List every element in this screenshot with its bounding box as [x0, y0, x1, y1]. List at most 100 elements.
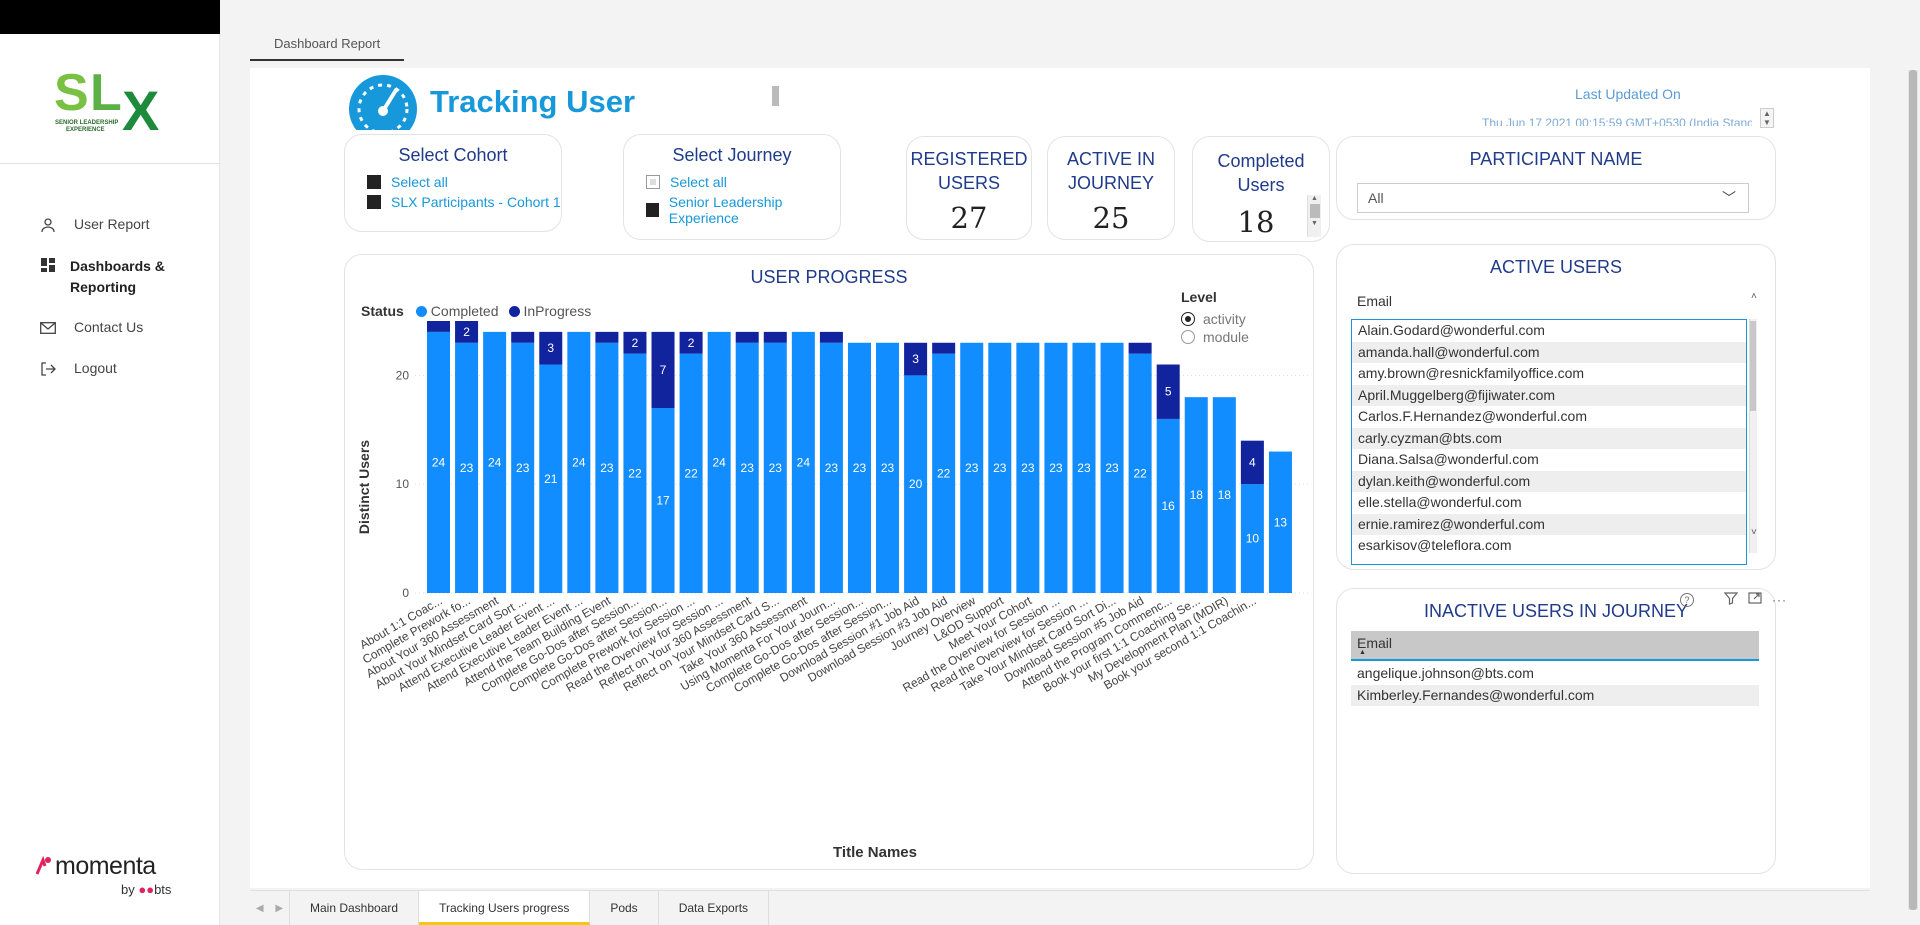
data-label-completed: 23: [825, 461, 839, 475]
table-row[interactable]: Alain.Godard@wonderful.com: [1352, 320, 1746, 342]
dashboard-icon: [40, 257, 56, 273]
sidebar-item-label: User Report: [74, 216, 150, 232]
data-label-inprogress: 3: [547, 341, 554, 355]
checkbox-icon[interactable]: [646, 203, 659, 217]
tab-data-exports[interactable]: Data Exports: [658, 891, 770, 925]
tab-pods[interactable]: Pods: [590, 891, 659, 925]
kpi-value: 25: [1092, 201, 1130, 235]
table-row[interactable]: ernie.ramirez@wonderful.com: [1352, 513, 1746, 535]
participant-title: PARTICIPANT NAME: [1469, 149, 1643, 169]
kpi-registered-users: REGISTERED USERS 27: [906, 136, 1032, 240]
journey-option-label: Select all: [670, 174, 727, 190]
tab-tracking-users-progress[interactable]: Tracking Users progress: [419, 891, 591, 925]
data-label-inprogress: 2: [632, 336, 639, 350]
journey-option-select-all[interactable]: Select all: [646, 174, 840, 190]
kpi-title-line2: JOURNEY: [1067, 173, 1154, 193]
table-row[interactable]: amy.brown@resnickfamilyoffice.com: [1352, 363, 1746, 385]
active-users-scrollbar[interactable]: [1749, 319, 1757, 553]
bar-inprogress: [932, 342, 956, 354]
kpi-value: 18: [1237, 205, 1275, 239]
page-scrollbar[interactable]: [1908, 70, 1918, 910]
more-options-icon[interactable]: ···: [1772, 593, 1787, 607]
kpi-title-line1: ACTIVE IN: [1066, 149, 1155, 169]
cohort-option-select-all[interactable]: Select all: [367, 174, 561, 190]
bar-inprogress: [1128, 342, 1152, 354]
top-tab-bar: Dashboard Report: [250, 28, 405, 68]
brand-by-text: by: [121, 882, 135, 897]
sidebar-item-dashboards[interactable]: Dashboards & Reporting: [40, 256, 165, 298]
data-label-completed: 22: [684, 466, 698, 480]
active-users-column-header[interactable]: Email: [1351, 289, 1398, 313]
bar-inprogress: [511, 331, 535, 343]
help-icon[interactable]: ?: [1680, 592, 1694, 607]
tab-dashboard-report[interactable]: Dashboard Report: [250, 28, 405, 61]
kpi-title-line2: Users: [1237, 175, 1285, 195]
bts-dots-icon: ●●: [138, 882, 155, 897]
last-updated-spinner[interactable]: ▲ ▼: [1760, 108, 1774, 128]
kpi-scrollbar[interactable]: ▲ ▼: [1307, 195, 1321, 237]
visual-header-icons: ? ···: [1680, 591, 1787, 608]
table-row[interactable]: Carlos.F.Hernandez@wonderful.com: [1352, 406, 1746, 428]
tab-main-dashboard[interactable]: Main Dashboard: [290, 891, 420, 925]
kpi-completed-users: Completed Users 18 ▲ ▼: [1192, 136, 1330, 242]
data-label-completed: 22: [628, 466, 642, 480]
data-label-completed: 24: [572, 455, 586, 469]
data-label-inprogress: 4: [1249, 455, 1256, 469]
table-row[interactable]: angelique.johnson@bts.com: [1351, 663, 1759, 685]
momenta-mark-icon: [35, 856, 51, 875]
chevron-left-icon[interactable]: ◀: [256, 903, 264, 914]
chevron-down-icon[interactable]: ˅: [1751, 527, 1757, 538]
table-row[interactable]: carly.cyzman@bts.com: [1352, 427, 1746, 449]
data-label-completed: 23: [769, 461, 783, 475]
data-label-completed: 24: [432, 455, 446, 469]
data-label-completed: 24: [797, 455, 811, 469]
participant-dropdown[interactable]: All ﹀: [1357, 183, 1749, 213]
filter-icon[interactable]: [1723, 591, 1739, 608]
last-updated-value: Thu Jun 17 2021 00:15:59 GMT+0530 (India…: [1482, 116, 1752, 126]
svg-text:L: L: [90, 64, 122, 122]
cohort-option-label: SLX Participants - Cohort 1: [391, 194, 561, 210]
table-row[interactable]: Diana.Salsa@wonderful.com: [1352, 449, 1746, 471]
bar-inprogress: [595, 331, 619, 343]
kpi-title: Completed Users: [1193, 149, 1329, 197]
table-row[interactable]: amanda.hall@wonderful.com: [1352, 341, 1746, 363]
sidebar-item-contact-us[interactable]: Contact Us: [40, 319, 143, 336]
checkbox-icon[interactable]: [367, 195, 381, 209]
chevron-up-icon[interactable]: ˄: [1751, 291, 1757, 302]
table-row[interactable]: elle.stella@wonderful.com: [1352, 492, 1746, 514]
data-label-inprogress: 3: [912, 352, 919, 366]
data-label-completed: 23: [741, 461, 755, 475]
data-label-inprogress: 5: [1165, 385, 1172, 399]
page-nav-arrows[interactable]: ◀ ▶: [250, 891, 290, 925]
svg-text:EXPERIENCE: EXPERIENCE: [66, 127, 105, 133]
kpi-title: ACTIVE IN JOURNEY: [1048, 147, 1174, 195]
checkbox-icon[interactable]: [367, 175, 381, 189]
journey-option-senior-leadership[interactable]: Senior Leadership Experience: [646, 194, 840, 226]
page-scroll-thumb[interactable]: [1909, 70, 1917, 910]
table-row[interactable]: esarkisov@teleflora.com: [1352, 535, 1746, 557]
logout-icon: [40, 361, 56, 377]
sort-ascending-icon[interactable]: ▲: [1359, 649, 1366, 656]
active-users-table: ACTIVE USERS Email ˄ Alain.Godard@wonder…: [1336, 244, 1776, 570]
chevron-right-icon[interactable]: ▶: [275, 903, 283, 914]
user-progress-chart: USER PROGRESS Status Completed InProgres…: [344, 254, 1314, 870]
sidebar-item-user-report[interactable]: User Report: [40, 216, 149, 233]
focus-mode-icon[interactable]: [1748, 591, 1762, 608]
momenta-brand-logo: momenta by ●●bts: [33, 852, 193, 902]
sidebar-item-label-line2: Reporting: [70, 279, 137, 295]
cohort-option-label: Select all: [391, 174, 448, 190]
y-axis-label: Distinct Users: [356, 440, 372, 534]
sidebar-item-label: Contact Us: [74, 319, 144, 335]
sidebar-item-logout[interactable]: Logout: [40, 360, 117, 377]
checkbox-icon[interactable]: [646, 175, 660, 189]
scroll-thumb[interactable]: [1750, 321, 1756, 411]
bar-inprogress: [763, 331, 787, 343]
table-row[interactable]: April.Muggelberg@fijiwater.com: [1352, 384, 1746, 406]
table-row[interactable]: Kimberley.Fernandes@wonderful.com: [1351, 684, 1759, 706]
cohort-option-slx-participants[interactable]: SLX Participants - Cohort 1: [367, 194, 561, 210]
scroll-thumb[interactable]: [1309, 204, 1320, 218]
table-row[interactable]: dylan.keith@wonderful.com: [1352, 470, 1746, 492]
bar-inprogress: [819, 331, 843, 343]
kpi-active-in-journey: ACTIVE IN JOURNEY 25: [1047, 136, 1175, 240]
scroll-down-icon: ▼: [1311, 220, 1318, 227]
